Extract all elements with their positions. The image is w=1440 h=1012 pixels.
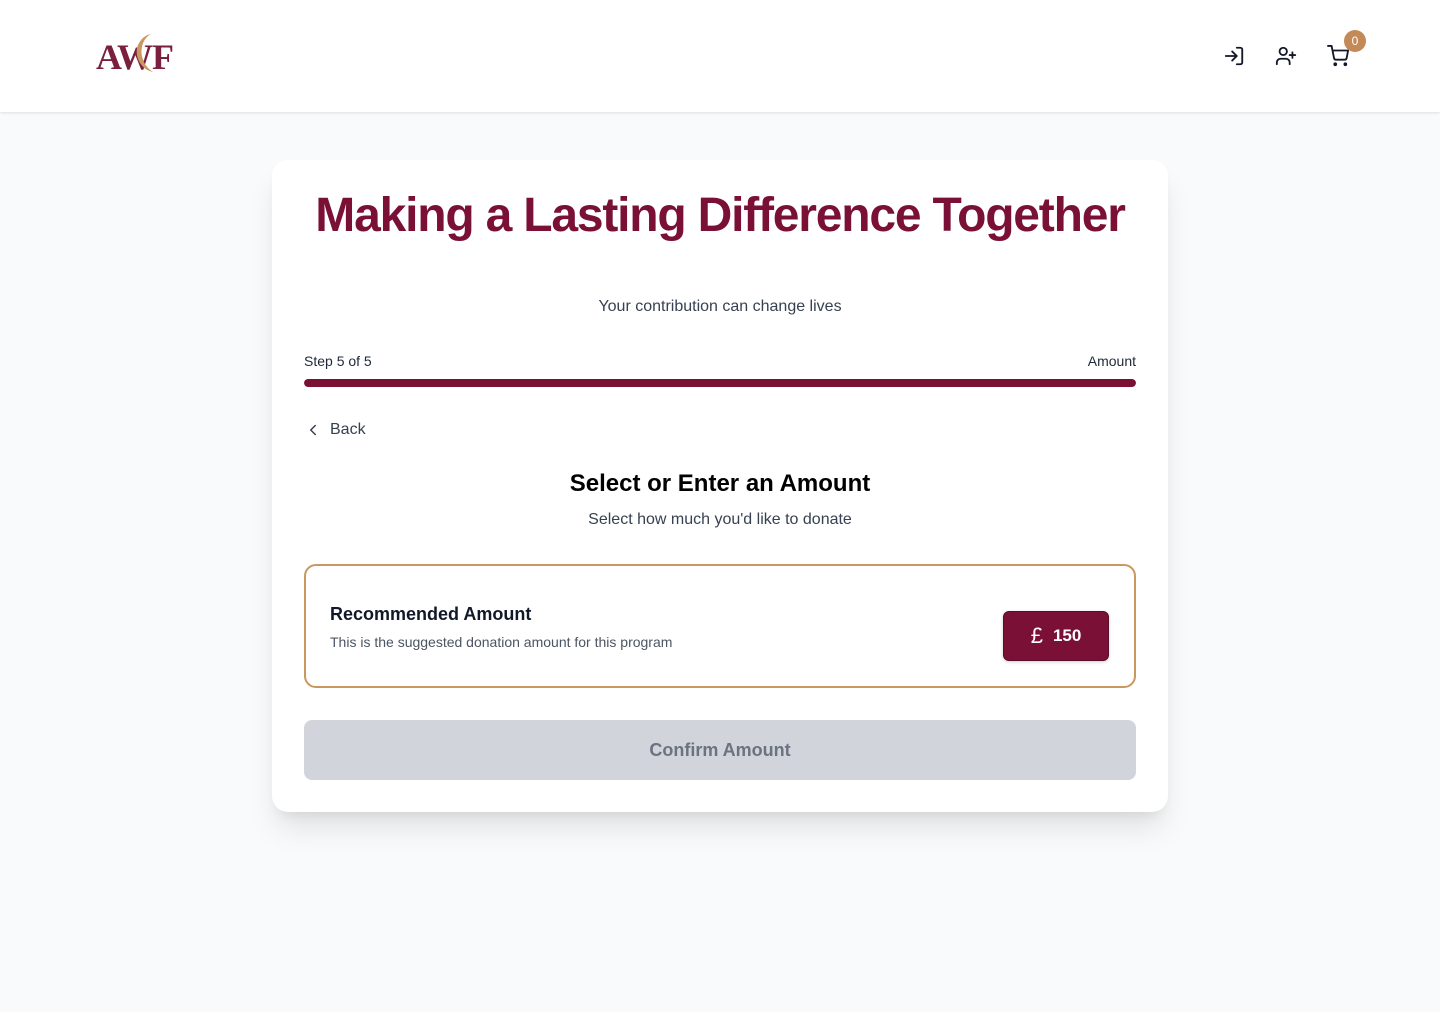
progress-fill [304, 379, 1136, 387]
back-button[interactable]: Back [304, 421, 366, 439]
confirm-amount-button[interactable]: Confirm Amount [304, 720, 1136, 780]
amount-section-subtitle: Select how much you'd like to donate [588, 511, 852, 528]
site-header: AWF 0 [0, 0, 1440, 112]
step-name: Amount [1087, 353, 1136, 369]
recommended-description: This is the suggested donation amount fo… [330, 634, 673, 650]
login-icon [1224, 46, 1244, 66]
pound-icon: £ [1030, 623, 1043, 648]
recommended-amount-value: 150 [1052, 626, 1082, 645]
amount-section-title: Select or Enter an Amount [569, 470, 871, 497]
awf-logo[interactable]: AWF [96, 32, 180, 78]
recommended-amount-card: Recommended Amount This is the suggested… [304, 564, 1136, 688]
step-indicator: Step 5 of 5 Amount [304, 353, 1136, 369]
user-plus-icon [1275, 46, 1297, 66]
page-title: Making a Lasting Difference Together [315, 189, 1126, 242]
donation-card: Making a Lasting Difference Together You… [272, 160, 1168, 812]
back-label: Back [330, 421, 366, 438]
register-button[interactable] [1272, 40, 1300, 72]
step-label: Step 5 of 5 [304, 353, 372, 369]
login-button[interactable] [1220, 40, 1248, 72]
crescent-moon-icon [136, 34, 153, 72]
recommended-title: Recommended Amount [330, 604, 532, 624]
progress-bar [304, 379, 1136, 387]
cart-count-badge: 0 [1344, 30, 1366, 52]
page-subtitle: Your contribution can change lives [598, 298, 842, 315]
cart-icon [1327, 45, 1349, 67]
header-actions: 0 [1220, 30, 1366, 72]
recommended-amount-button[interactable]: £ 150 [1003, 611, 1109, 661]
cart-button[interactable]: 0 [1324, 30, 1366, 72]
chevron-left-icon [310, 424, 316, 436]
